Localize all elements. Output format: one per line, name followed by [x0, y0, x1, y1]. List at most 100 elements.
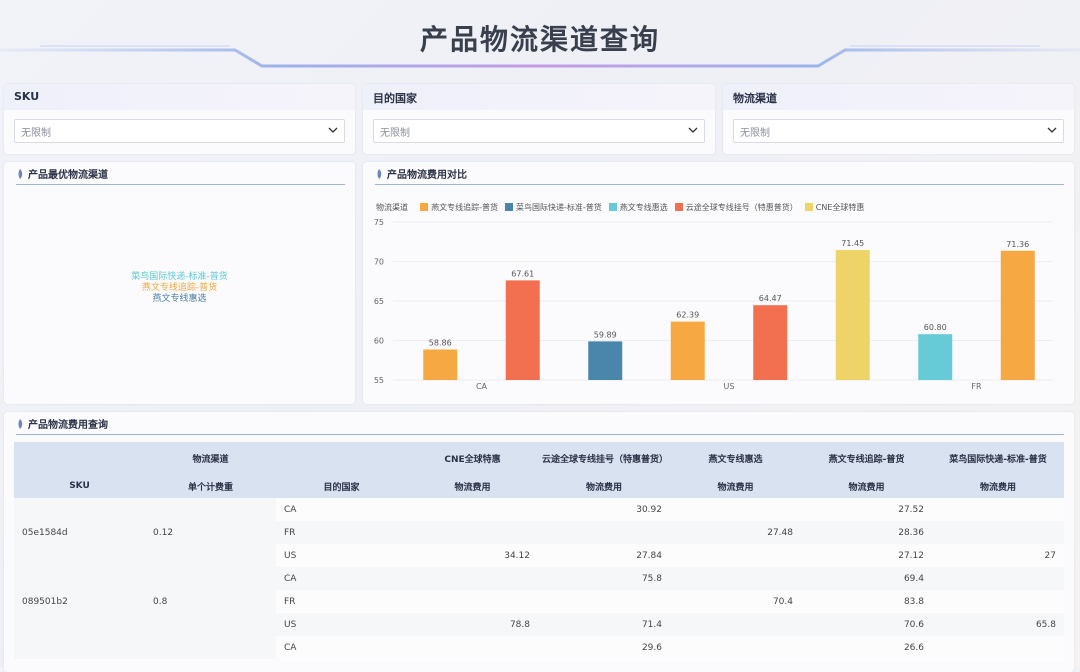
- filter-label: 物流渠道: [723, 84, 1074, 110]
- table-metric-header: 物流费用: [670, 474, 801, 498]
- cost-table: 物流渠道 CNE全球特惠 云途全球专线挂号（特惠普货） 燕文专线惠选 燕文专线追…: [14, 442, 1064, 659]
- weight-cell: 0.12: [145, 498, 276, 567]
- select-value: 无限制: [380, 128, 410, 139]
- country-cell: US: [276, 613, 407, 636]
- bar: [918, 334, 953, 380]
- cost-cell: 69.4: [801, 567, 932, 590]
- filter-sku: SKU 无限制: [4, 84, 355, 154]
- select-value: 无限制: [21, 128, 51, 139]
- cost-cell: [670, 544, 801, 567]
- cost-cell: 28.36: [801, 521, 932, 544]
- cost-cell: [670, 636, 801, 659]
- cost-table-panel: 产品物流费用查询 物流渠道 CNE全球特惠 云途全球专线挂号（特惠普货） 燕文专…: [4, 412, 1074, 672]
- country-cell: CA: [276, 636, 407, 659]
- cost-cell: 26.6: [801, 636, 932, 659]
- bar-value-label: 59.89: [594, 330, 617, 339]
- table-channel-header: 菜鸟国际快递-标准-普货: [932, 442, 1064, 474]
- bar-value-label: 67.61: [511, 269, 534, 278]
- y-tick-label: 65: [374, 297, 384, 306]
- table-channel-header: 燕文专线追踪-普货: [801, 442, 932, 474]
- chevron-down-icon: [688, 127, 698, 133]
- cost-cell: 70.6: [801, 613, 932, 636]
- best-channel-list: 菜鸟国际快递-标准-普货 燕文专线追踪-普货 燕文专线惠选: [4, 272, 355, 305]
- cost-cell: [407, 590, 538, 613]
- cost-cell: [407, 567, 538, 590]
- bar-value-label: 71.36: [1006, 240, 1029, 249]
- section-title: 产品最优物流渠道: [16, 166, 345, 185]
- table-metric-header: 物流费用: [801, 474, 932, 498]
- cost-cell: [670, 498, 801, 521]
- cost-cell: 78.8: [407, 613, 538, 636]
- best-channel-panel: 产品最优物流渠道 菜鸟国际快递-标准-普货 燕文专线追踪-普货 燕文专线惠选: [4, 162, 355, 404]
- cost-cell: [932, 498, 1064, 521]
- bar: [588, 341, 623, 380]
- table-header-country: 目的国家: [276, 474, 407, 498]
- bar-value-label: 64.47: [759, 294, 782, 303]
- country-cell: FR: [276, 590, 407, 613]
- x-tick-label: FR: [971, 382, 982, 391]
- table-metric-header: 物流费用: [932, 474, 1064, 498]
- x-tick-label: US: [724, 382, 735, 391]
- table-header-weight: 单个计费重: [145, 474, 276, 498]
- cost-cell: [538, 521, 670, 544]
- cost-cell: 83.8: [801, 590, 932, 613]
- section-title-text: 产品物流费用对比: [387, 170, 467, 181]
- country-cell: US: [276, 544, 407, 567]
- leaf-icon: [18, 169, 23, 179]
- table-row: 05e1584d 0.12 CA 30.92 27.52: [14, 498, 1064, 567]
- chevron-down-icon: [1047, 127, 1057, 133]
- cost-cell: 27.48: [670, 521, 801, 544]
- bar-value-label: 60.80: [924, 323, 947, 332]
- country-cell: CA: [276, 498, 407, 521]
- sku-cell: [14, 636, 145, 659]
- bar: [1000, 250, 1035, 380]
- cost-cell: [538, 590, 670, 613]
- x-tick-label: CA: [476, 382, 488, 391]
- cost-cell: 29.6: [538, 636, 670, 659]
- filter-label: 目的国家: [363, 84, 715, 110]
- cost-chart-panel: 产品物流费用对比 物流渠道 燕文专线追踪-普货 菜鸟国际快递-标准-普货 燕文专线惠…: [363, 162, 1074, 404]
- filter-country: 目的国家 无限制: [363, 84, 715, 154]
- cost-cell: 70.4: [670, 590, 801, 613]
- cost-cell: [932, 636, 1064, 659]
- best-channel-item: 燕文专线追踪-普货: [141, 283, 218, 293]
- section-title: 产品物流费用对比: [375, 166, 1064, 185]
- y-tick-label: 70: [374, 258, 384, 267]
- table-group-header: 物流渠道: [14, 442, 407, 474]
- cost-cell: [932, 567, 1064, 590]
- cost-bar-chart: 55 60 65 70 75 58.86 67.61 59.89 62.39 64.47 71.45…: [374, 218, 1053, 391]
- leaf-icon: [377, 169, 382, 179]
- table-metric-header: 物流费用: [538, 474, 670, 498]
- table-channel-header: 云途全球专线挂号（特惠普货）: [538, 442, 670, 474]
- cost-cell: 30.92: [538, 498, 670, 521]
- cost-cell: [932, 590, 1064, 613]
- weight-cell: 0.8: [145, 567, 276, 636]
- section-title-text: 产品物流费用查询: [28, 420, 108, 431]
- page-header: 产品物流渠道查询: [0, 0, 1080, 72]
- bar: [423, 349, 458, 380]
- country-select[interactable]: 无限制: [373, 119, 705, 143]
- channel-select[interactable]: 无限制: [733, 119, 1064, 143]
- cost-cell: [407, 498, 538, 521]
- chevron-down-icon: [328, 127, 338, 133]
- weight-cell: [145, 636, 276, 659]
- bar-value-label: 58.86: [429, 339, 452, 348]
- best-channel-item: 燕文专线惠选: [152, 294, 207, 304]
- page-title: 产品物流渠道查询: [419, 23, 660, 56]
- table-row: CA 29.6 26.6: [14, 636, 1064, 659]
- table-header-sku: SKU: [14, 474, 145, 498]
- section-title-text: 产品最优物流渠道: [28, 170, 108, 181]
- bar: [753, 305, 788, 380]
- cost-cell: 27: [932, 544, 1064, 567]
- bar-value-label: 62.39: [676, 311, 699, 320]
- leaf-icon: [18, 419, 23, 429]
- filter-label: SKU: [4, 84, 355, 110]
- table-channel-header: 燕文专线惠选: [670, 442, 801, 474]
- cost-cell: 65.8: [932, 613, 1064, 636]
- bar: [835, 250, 870, 380]
- sku-cell: 089501b2: [14, 567, 145, 636]
- sku-select[interactable]: 无限制: [14, 119, 345, 143]
- cost-cell: 71.4: [538, 613, 670, 636]
- cost-cell: [407, 521, 538, 544]
- table-channel-header: CNE全球特惠: [407, 442, 538, 474]
